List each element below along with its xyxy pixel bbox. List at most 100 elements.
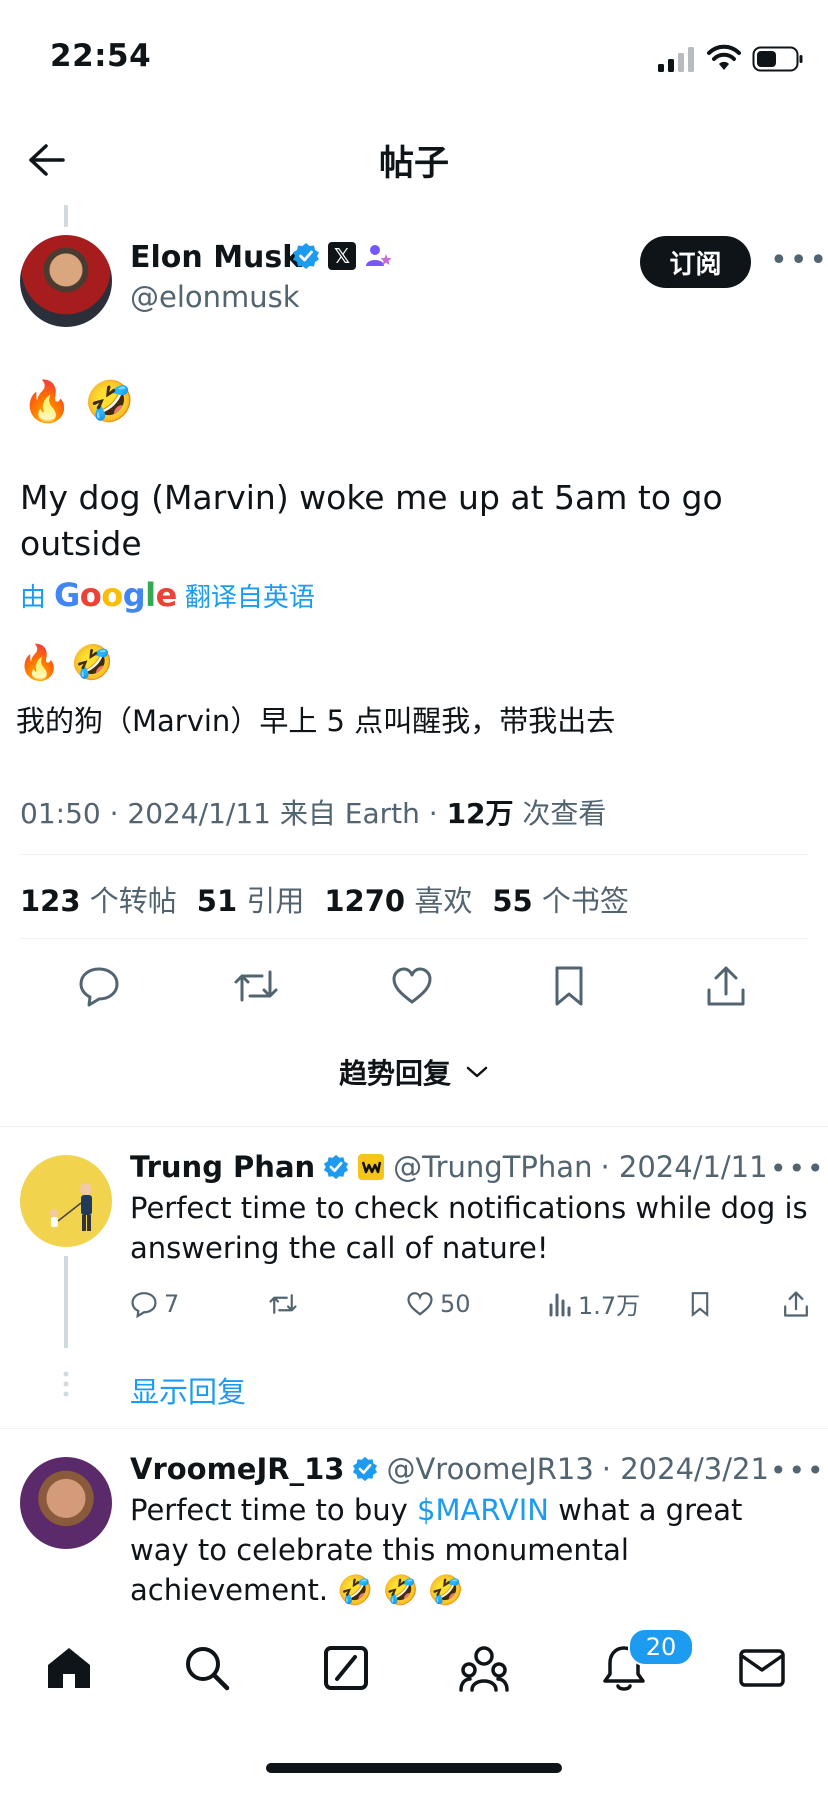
thread-dots-icon bbox=[63, 1371, 69, 1397]
tab-messages[interactable] bbox=[730, 1636, 794, 1700]
more-options-icon[interactable]: ••• bbox=[770, 1152, 826, 1185]
translated-emoji: 🔥 🤣 bbox=[18, 643, 114, 683]
views-count: 12万 bbox=[446, 797, 514, 830]
post-meta: 01:50 · 2024/1/11 来自 Earth · 12万 次查看 bbox=[20, 792, 606, 832]
reply-bookmark-button[interactable] bbox=[688, 1286, 782, 1321]
reply-views-button[interactable]: 1.7万 bbox=[548, 1286, 688, 1321]
search-icon bbox=[186, 1647, 230, 1691]
stat-quotes[interactable]: 51 引用 bbox=[197, 878, 305, 920]
translate-suffix: 翻译自英语 bbox=[184, 582, 315, 613]
reply-divider bbox=[0, 1428, 828, 1429]
translate-prefix: 由 bbox=[20, 582, 47, 613]
verified-badge-icon bbox=[293, 243, 319, 269]
repost-icon bbox=[269, 1293, 297, 1314]
heart-icon bbox=[392, 967, 432, 1004]
author-name[interactable]: Elon Musk bbox=[130, 240, 302, 275]
reply-date: · 2024/1/11 bbox=[600, 1150, 768, 1184]
section-divider bbox=[0, 1126, 828, 1127]
bookmark-icon bbox=[555, 966, 583, 1006]
bookmark-icon bbox=[691, 1291, 709, 1317]
reply-like-count: 50 bbox=[440, 1289, 471, 1318]
reply-like-button[interactable]: 50 bbox=[406, 1286, 548, 1321]
avatar-illustration bbox=[50, 1183, 92, 1231]
reply-comment-count: 7 bbox=[164, 1289, 180, 1318]
grok-icon bbox=[324, 1646, 368, 1690]
stat-reposts[interactable]: 123 个转帖 bbox=[20, 878, 177, 920]
thread-connector bbox=[64, 205, 68, 227]
reply-date: · 2024/3/21 bbox=[601, 1452, 769, 1486]
share-icon bbox=[707, 966, 745, 1006]
repost-icon bbox=[234, 970, 278, 1002]
reply-view-count: 1.7万 bbox=[578, 1292, 641, 1320]
post-text: My dog (Marvin) woke me up at 5am to go … bbox=[20, 478, 723, 563]
post-emoji: 🔥 🤣 bbox=[22, 379, 135, 425]
tab-search[interactable] bbox=[175, 1636, 239, 1700]
reply-button[interactable] bbox=[75, 962, 123, 1010]
tab-grok[interactable] bbox=[314, 1636, 378, 1700]
views-label: 次查看 bbox=[513, 797, 607, 830]
home-indicator bbox=[266, 1763, 562, 1773]
verified-badge-icon bbox=[324, 1154, 349, 1180]
battery-icon bbox=[752, 46, 803, 72]
wifi-icon bbox=[707, 44, 741, 70]
comment-icon bbox=[79, 967, 119, 1007]
stat-likes[interactable]: 1270 喜欢 bbox=[324, 878, 472, 920]
reply-header: Trung Phan @TrungTPhan · 2024/1/11 bbox=[130, 1150, 768, 1184]
bookmark-button[interactable] bbox=[545, 962, 593, 1010]
repost-button[interactable] bbox=[232, 962, 280, 1010]
reply-author-handle[interactable]: @VroomeJR13 bbox=[386, 1452, 593, 1486]
verified-badge-icon bbox=[353, 1456, 378, 1482]
divider bbox=[20, 938, 808, 939]
tab-communities[interactable] bbox=[452, 1636, 516, 1700]
reply-author-name[interactable]: VroomeJR_13 bbox=[130, 1452, 344, 1486]
like-button[interactable] bbox=[388, 962, 436, 1010]
stat-bookmarks[interactable]: 55 个书签 bbox=[492, 878, 629, 920]
heart-icon bbox=[407, 1291, 433, 1316]
post-timestamp: 01:50 · 2024/1/11 来自 Earth · bbox=[20, 797, 447, 830]
google-logo: Google bbox=[54, 576, 177, 614]
mail-icon bbox=[739, 1649, 785, 1687]
reply-repost-button[interactable] bbox=[268, 1286, 406, 1321]
cellular-signal-icon bbox=[658, 47, 694, 72]
reply-avatar[interactable] bbox=[20, 1155, 112, 1247]
sort-label: 趋势回复 bbox=[338, 1057, 451, 1090]
more-options-icon[interactable]: ••• bbox=[770, 243, 828, 278]
subscribe-button[interactable]: 订阅 bbox=[640, 236, 751, 288]
tab-home[interactable] bbox=[37, 1636, 101, 1700]
reply-avatar[interactable] bbox=[20, 1457, 112, 1549]
author-badges: 𝕏 bbox=[292, 242, 392, 270]
reply-author-name[interactable]: Trung Phan bbox=[130, 1150, 315, 1184]
comment-icon bbox=[131, 1291, 157, 1318]
more-options-icon[interactable]: ••• bbox=[770, 1454, 826, 1487]
share-icon bbox=[784, 1290, 808, 1317]
thread-connector bbox=[64, 1256, 68, 1348]
reply-author-handle[interactable]: @TrungTPhan bbox=[393, 1150, 592, 1184]
share-button[interactable] bbox=[702, 962, 750, 1010]
reply-header: VroomeJR_13 @VroomeJR13 · 2024/3/21 bbox=[130, 1452, 769, 1486]
home-icon bbox=[48, 1648, 90, 1688]
reply-share-button[interactable] bbox=[782, 1286, 810, 1321]
author-avatar[interactable] bbox=[20, 235, 112, 327]
reply-text: Perfect time to buy $MARVIN what a great… bbox=[130, 1490, 810, 1610]
x-affiliate-badge-icon: 𝕏 bbox=[328, 242, 356, 270]
page-title: 帖子 bbox=[378, 144, 449, 184]
analytics-icon bbox=[549, 1293, 571, 1316]
reply-comment-button[interactable]: 7 bbox=[130, 1286, 268, 1321]
chevron-down-icon bbox=[466, 1066, 488, 1078]
cashtag-link[interactable]: $MARVIN bbox=[417, 1493, 549, 1527]
translated-text: 我的狗（Marvin）早上 5 点叫醒我，带我出去 bbox=[16, 704, 616, 738]
translation-label[interactable]: 由 Google 翻译自英语 bbox=[20, 576, 315, 614]
affiliate-logo-icon bbox=[358, 1154, 385, 1180]
notification-badge: 20 bbox=[628, 1628, 694, 1666]
communities-icon bbox=[459, 1646, 509, 1692]
bottom-tab-bar bbox=[0, 1620, 828, 1720]
author-handle[interactable]: @elonmusk bbox=[130, 280, 300, 314]
engagement-stats: 123 个转帖 51 引用 1270 喜欢 55 个书签 bbox=[20, 878, 629, 920]
show-replies-link[interactable]: 显示回复 bbox=[130, 1369, 246, 1411]
reply-action-bar: 7 50 1.7万 bbox=[130, 1286, 810, 1321]
reply-text-part: Perfect time to buy bbox=[130, 1493, 418, 1527]
reply-text: Perfect time to check notifications whil… bbox=[130, 1191, 808, 1265]
status-time: 22:54 bbox=[50, 38, 152, 74]
divider bbox=[20, 854, 808, 855]
sort-replies-dropdown[interactable]: 趋势回复 bbox=[0, 1052, 828, 1092]
